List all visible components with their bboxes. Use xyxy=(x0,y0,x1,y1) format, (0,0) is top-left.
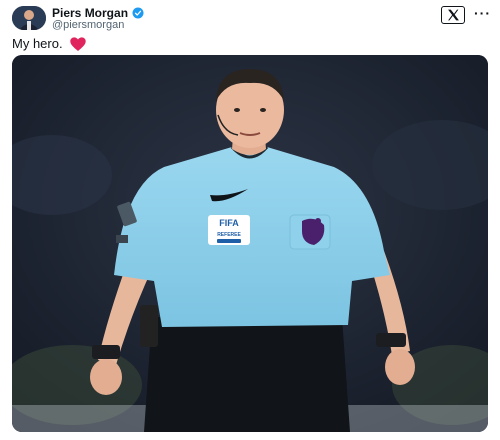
tweet-text: My hero. xyxy=(12,36,63,51)
tweet-media-photo[interactable]: FIFA REFEREE xyxy=(12,55,488,432)
referee-badge-text: REFEREE xyxy=(217,232,241,238)
fifa-badge-text: FIFA xyxy=(219,218,239,228)
referee-photo: FIFA REFEREE xyxy=(12,55,488,432)
avatar[interactable] xyxy=(12,6,46,30)
avatar-image xyxy=(12,6,46,30)
verified-badge-icon xyxy=(132,7,144,19)
heart-icon xyxy=(69,36,86,51)
author-name[interactable]: Piers Morgan xyxy=(52,6,128,20)
more-options-icon[interactable]: ··· xyxy=(474,5,491,21)
x-logo-icon[interactable] xyxy=(441,6,465,24)
author-handle[interactable]: @piersmorgan xyxy=(52,19,124,31)
author-name-row[interactable]: Piers Morgan xyxy=(52,6,144,20)
x-logo-glyph xyxy=(447,9,459,21)
tweet-card: Piers Morgan @piersmorgan ··· My hero. F… xyxy=(0,0,500,440)
tweet-text-row: My hero. xyxy=(12,36,87,51)
